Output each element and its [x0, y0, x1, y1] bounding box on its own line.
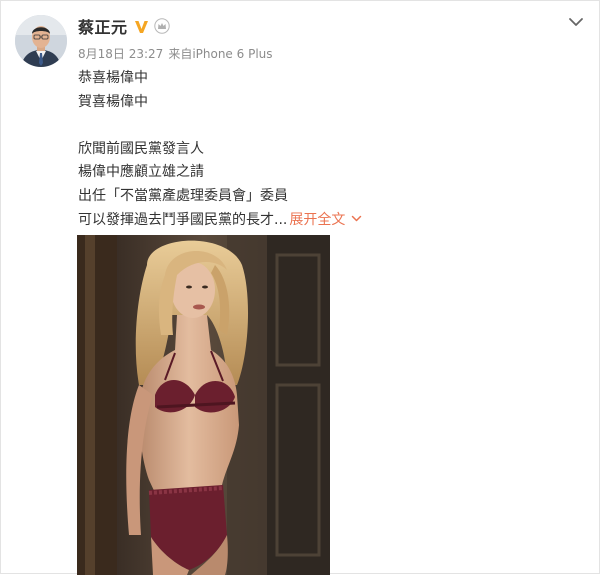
post-text-line: 出任「不當黨產處理委員會」委員	[78, 187, 288, 204]
avatar-image	[15, 15, 67, 67]
avatar[interactable]	[15, 15, 67, 67]
chevron-down-icon[interactable]	[567, 15, 585, 29]
post-source[interactable]: 来自iPhone 6 Plus	[168, 47, 272, 61]
post-image-picture	[77, 235, 330, 575]
expand-full-text-label[interactable]: 展开全文	[289, 212, 345, 228]
post-timestamp[interactable]: 8月18日 23:27	[78, 47, 163, 61]
expand-chevron-down-icon[interactable]	[351, 215, 362, 223]
post-text-blank-line	[78, 114, 578, 138]
post-meta: 8月18日 23:27 来自iPhone 6 Plus	[78, 45, 273, 62]
post-text-line: 欣聞前國民黨發言人	[78, 140, 204, 157]
post-content: 恭喜楊偉中 賀喜楊偉中 欣聞前國民黨發言人 楊偉中應顧立雄之請 出任「不當黨產處…	[78, 67, 578, 232]
post-text-line: 可以發揮過去鬥爭國民黨的長才...	[78, 211, 288, 228]
post-text-last-line: 可以發揮過去鬥爭國民黨的長才... 展开全文	[78, 209, 578, 233]
post-text-line: 恭喜楊偉中	[78, 70, 148, 86]
crown-icon[interactable]	[153, 18, 170, 34]
expand-full-text-link[interactable]: 展开全文	[289, 212, 362, 228]
post-text-line: 楊偉中應顧立雄之請	[78, 164, 204, 181]
weibo-post-card: 蔡正元 8月18日 23:27 来自iPhone 6 Plus 恭喜楊偉中 賀喜楊…	[0, 0, 600, 575]
post-text-line: 賀喜楊偉中	[78, 93, 148, 110]
username[interactable]: 蔡正元	[78, 14, 128, 38]
verified-v-icon[interactable]	[133, 18, 150, 35]
username-row: 蔡正元	[78, 14, 170, 38]
post-image[interactable]	[77, 235, 330, 575]
